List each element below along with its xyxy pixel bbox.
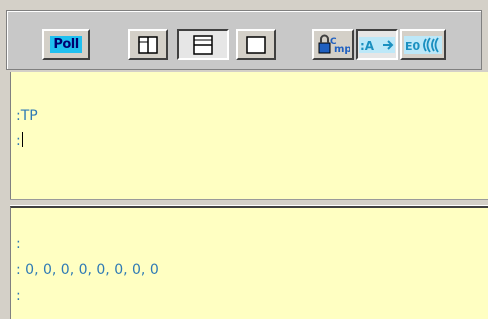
command-line: : <box>16 132 23 149</box>
split-vertical-icon <box>138 35 158 54</box>
pane-splitter[interactable] <box>10 199 488 206</box>
response-pane[interactable]: : : 0, 0, 0, 0, 0, 0, 0, 0 : <box>10 206 488 319</box>
poll-label: Poll <box>50 36 82 53</box>
poll-button[interactable]: Poll <box>42 29 90 60</box>
instrument-window: Poll C mp:A E0:TP::: 0, 0, 0, 0, 0,… <box>0 0 488 319</box>
command-line: :TP <box>16 108 38 124</box>
toolbar: Poll C mp:A E0 <box>6 10 482 70</box>
split-horizontal-button[interactable] <box>177 29 229 60</box>
echo-button[interactable]: E0 <box>400 29 446 60</box>
response-line: : 0, 0, 0, 0, 0, 0, 0, 0 <box>16 262 159 278</box>
svg-text:mp: mp <box>334 44 350 55</box>
single-pane-button[interactable] <box>236 29 276 60</box>
text-caret <box>21 132 23 147</box>
command-prompt: : <box>16 133 21 149</box>
split-vertical-button[interactable] <box>128 29 168 60</box>
echo-icon: E0 <box>404 35 442 54</box>
response-line: : <box>16 236 21 252</box>
split-horizontal-icon <box>193 34 213 55</box>
auto-send-icon: :A <box>359 36 395 53</box>
svg-text::A: :A <box>360 39 375 53</box>
response-line: : <box>16 288 21 304</box>
single-pane-icon <box>246 35 266 54</box>
svg-text:E0: E0 <box>405 40 421 53</box>
command-pane[interactable]: :TP : <box>10 72 488 199</box>
abbrev-cmd-button[interactable]: C mp <box>312 29 354 60</box>
abbrev-cmd-icon: C mp <box>318 34 350 55</box>
auto-send-button[interactable]: :A <box>356 29 398 60</box>
